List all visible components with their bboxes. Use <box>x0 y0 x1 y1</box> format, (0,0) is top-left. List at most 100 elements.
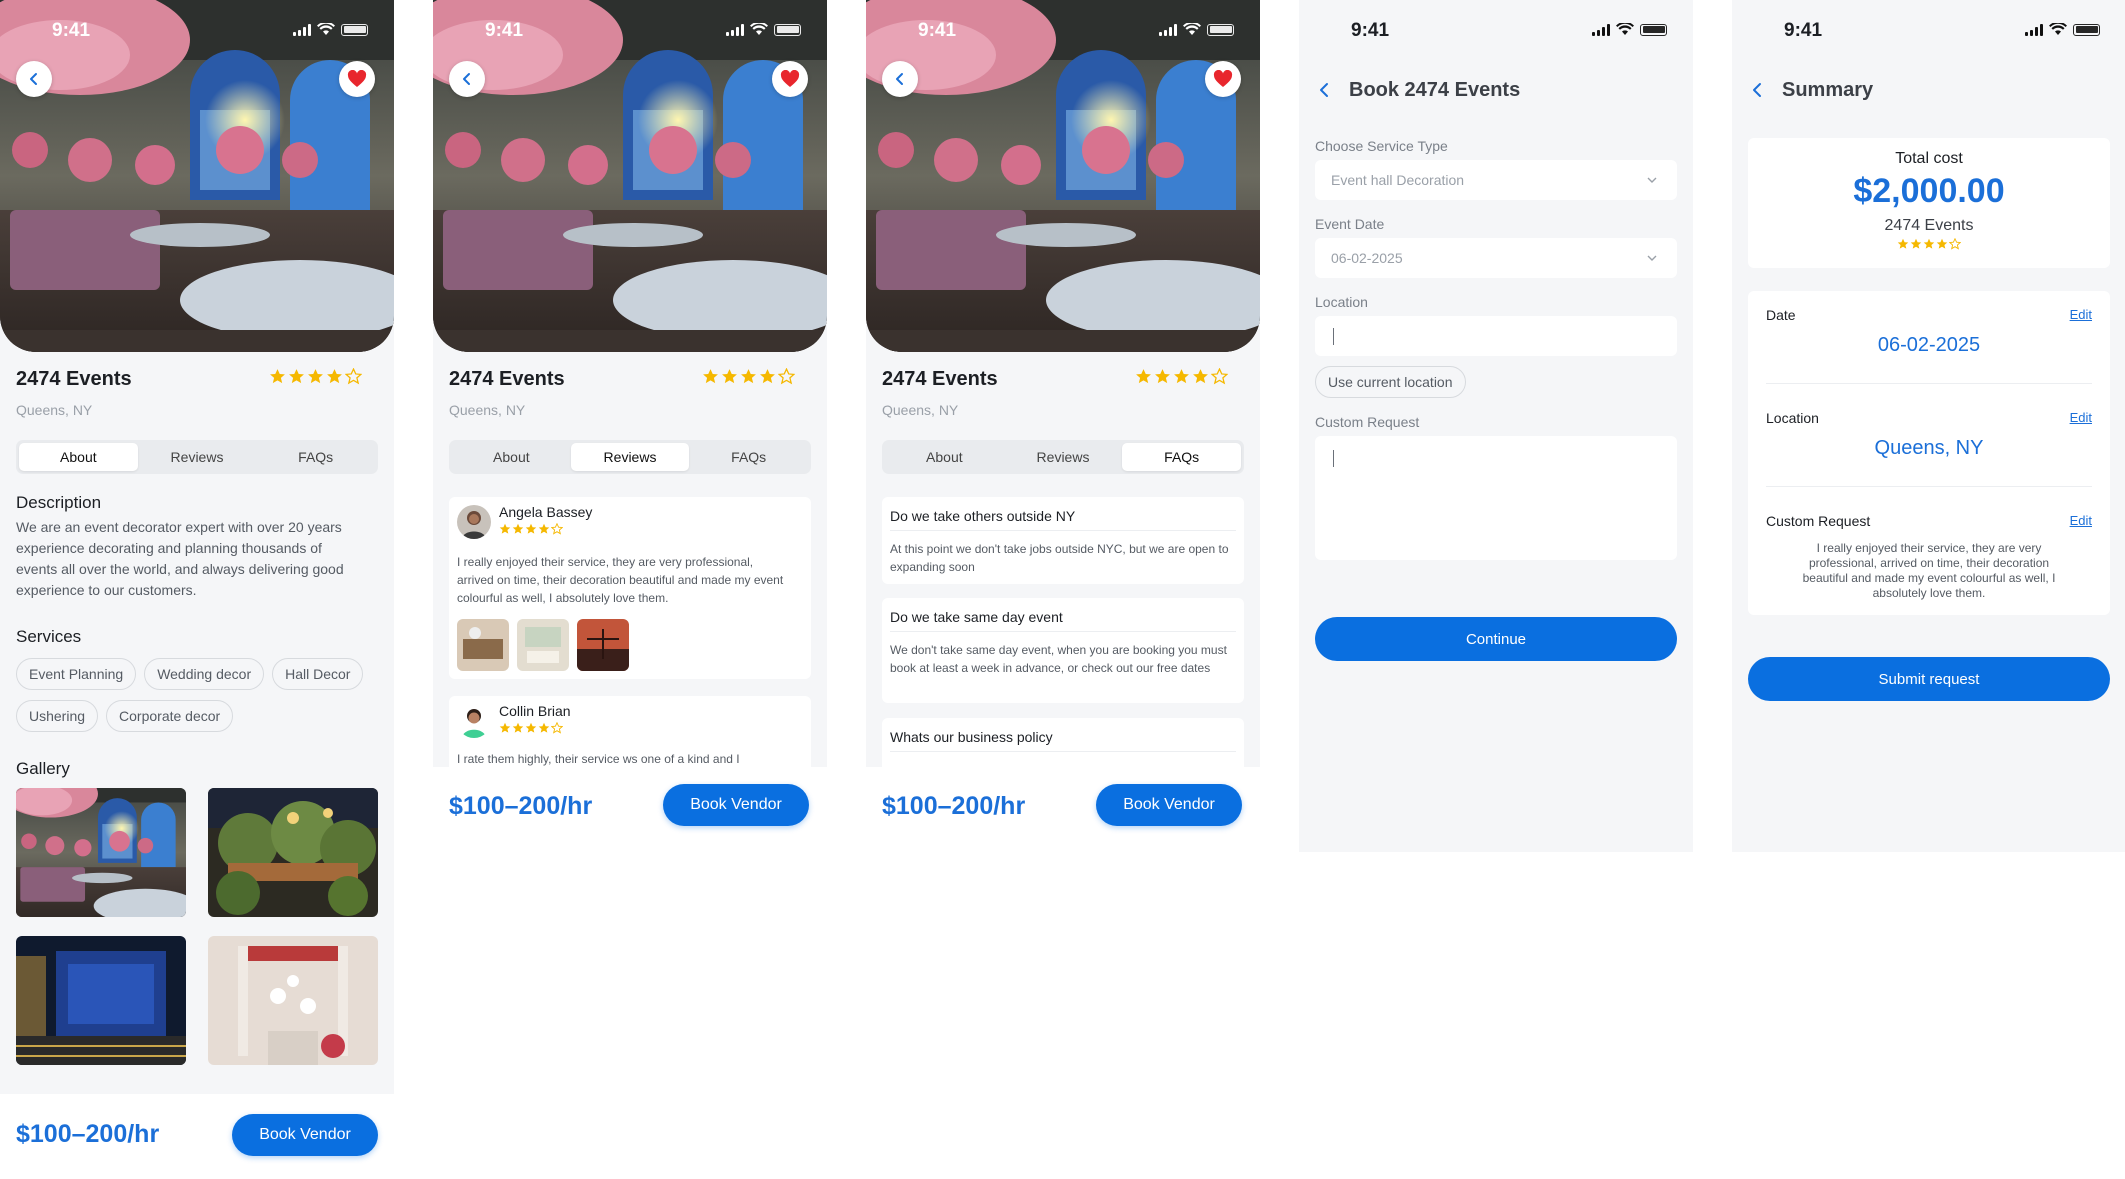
back-button[interactable] <box>16 61 52 97</box>
review-photos <box>457 619 629 671</box>
hero-image: 9:41 <box>433 0 827 352</box>
service-type-select[interactable]: Event hall Decoration <box>1315 160 1677 200</box>
book-vendor-button[interactable]: Book Vendor <box>1096 784 1242 826</box>
star-icon <box>308 369 323 384</box>
battery-icon <box>341 23 368 36</box>
review-card: Collin Brian I rate them highly, their s… <box>449 696 811 767</box>
review-photo[interactable] <box>457 619 509 671</box>
faq-item[interactable]: Do we take same day event We don't take … <box>882 598 1244 703</box>
chevron-down-icon <box>1647 255 1657 261</box>
book-vendor-button[interactable]: Book Vendor <box>663 784 809 826</box>
back-button[interactable] <box>449 61 485 97</box>
star-icon <box>499 722 511 733</box>
star-icon <box>1174 369 1189 384</box>
back-button[interactable] <box>882 61 918 97</box>
vendor-faqs-screen: 9:41 2474 Events Queens, NY About Review… <box>866 0 1260 767</box>
faq-question: Whats our business policy <box>890 729 1053 745</box>
favorite-button[interactable] <box>339 61 375 97</box>
star-icon <box>289 369 304 384</box>
use-current-location-button[interactable]: Use current location <box>1315 366 1466 398</box>
continue-button[interactable]: Continue <box>1315 617 1677 661</box>
booking-details-card: Date Edit 06-02-2025 Location Edit Queen… <box>1748 291 2110 615</box>
signal-icon <box>293 23 311 36</box>
tab-reviews[interactable]: Reviews <box>138 443 257 471</box>
edit-date-link[interactable]: Edit <box>2070 307 2092 322</box>
star-icon <box>499 523 511 534</box>
faq-question: Do we take others outside NY <box>890 508 1076 524</box>
bottom-bar: $100–200/hr Book Vendor <box>0 1094 394 1179</box>
back-arrow-icon[interactable] <box>1315 80 1335 100</box>
edit-location-link[interactable]: Edit <box>2070 410 2092 425</box>
hero-image: 9:41 <box>0 0 394 352</box>
gallery-image[interactable] <box>208 936 378 1065</box>
faq-item[interactable]: Do we take others outside NY At this poi… <box>882 497 1244 584</box>
summary-screen: 9:41 Summary Total cost $2,000.00 2474 E… <box>1732 0 2125 852</box>
service-chip[interactable]: Event Planning <box>16 658 137 690</box>
location-input[interactable] <box>1315 316 1677 356</box>
tab-about[interactable]: About <box>452 443 571 471</box>
tab-reviews[interactable]: Reviews <box>570 443 690 471</box>
star-icon <box>741 369 756 384</box>
tab-faqs[interactable]: FAQs <box>1122 443 1242 471</box>
star-icon <box>703 369 718 384</box>
review-photo[interactable] <box>517 619 569 671</box>
total-cost-card: Total cost $2,000.00 2474 Events <box>1748 138 2110 268</box>
location-label: Location <box>1766 410 1819 426</box>
star-icon <box>538 722 550 733</box>
rating-stars <box>1135 368 1228 385</box>
custom-request-input[interactable] <box>1315 436 1677 560</box>
event-date-select[interactable]: 06-02-2025 <box>1315 238 1677 278</box>
tab-faqs[interactable]: FAQs <box>689 443 808 471</box>
battery-icon <box>1207 23 1234 36</box>
service-chip[interactable]: Wedding decor <box>144 658 265 690</box>
custom-request-label: Custom Request <box>1766 513 1871 529</box>
location-value: Queens, NY <box>1874 437 1984 459</box>
edit-request-link[interactable]: Edit <box>2070 513 2092 528</box>
services-title: Services <box>16 627 82 646</box>
tab-about[interactable]: About <box>885 443 1004 471</box>
star-icon <box>345 368 362 384</box>
signal-icon <box>726 23 744 36</box>
star-icon <box>327 369 342 384</box>
gallery-image[interactable] <box>16 936 186 1065</box>
wifi-icon <box>1616 23 1634 35</box>
vendor-name: 2474 Events <box>16 368 132 390</box>
tab-bar: About Reviews FAQs <box>882 440 1244 474</box>
tab-about[interactable]: About <box>19 443 138 471</box>
back-arrow-icon[interactable] <box>1748 80 1768 100</box>
divider <box>1766 383 2092 384</box>
rating-stars <box>702 368 795 385</box>
favorite-button[interactable] <box>1205 61 1241 97</box>
review-photo[interactable] <box>577 619 629 671</box>
status-time: 9:41 <box>485 20 524 41</box>
vendor-location: Queens, NY <box>16 402 93 418</box>
submit-request-button[interactable]: Submit request <box>1748 657 2110 701</box>
book-vendor-button[interactable]: Book Vendor <box>232 1114 378 1156</box>
reviewer-name: Angela Bassey <box>499 504 593 520</box>
services-list: Event Planning Wedding decor Hall Decor … <box>16 658 378 732</box>
star-icon <box>525 722 537 733</box>
battery-icon <box>1640 23 1667 36</box>
back-arrow-icon <box>896 73 903 85</box>
service-chip[interactable]: Ushering <box>16 700 99 732</box>
tab-reviews[interactable]: Reviews <box>1004 443 1123 471</box>
vendor-location: Queens, NY <box>449 402 526 418</box>
service-chip[interactable]: Hall Decor <box>272 658 364 690</box>
total-cost-value: $2,000.00 <box>1853 172 2005 210</box>
faq-item[interactable]: Whats our business policy <box>882 718 1244 767</box>
star-icon <box>760 369 775 384</box>
total-cost-label: Total cost <box>1895 150 1963 167</box>
tab-faqs[interactable]: FAQs <box>256 443 375 471</box>
signal-icon <box>1592 23 1610 36</box>
star-icon <box>1211 368 1228 384</box>
favorite-button[interactable] <box>772 61 808 97</box>
avatar <box>457 704 491 738</box>
review-stars <box>499 523 563 535</box>
gallery-image[interactable] <box>16 788 186 917</box>
wifi-icon <box>317 23 335 35</box>
divider <box>1766 486 2092 487</box>
back-arrow-icon <box>30 73 37 85</box>
star-icon <box>525 523 537 534</box>
gallery-image[interactable] <box>208 788 378 917</box>
service-chip[interactable]: Corporate decor <box>106 700 234 732</box>
